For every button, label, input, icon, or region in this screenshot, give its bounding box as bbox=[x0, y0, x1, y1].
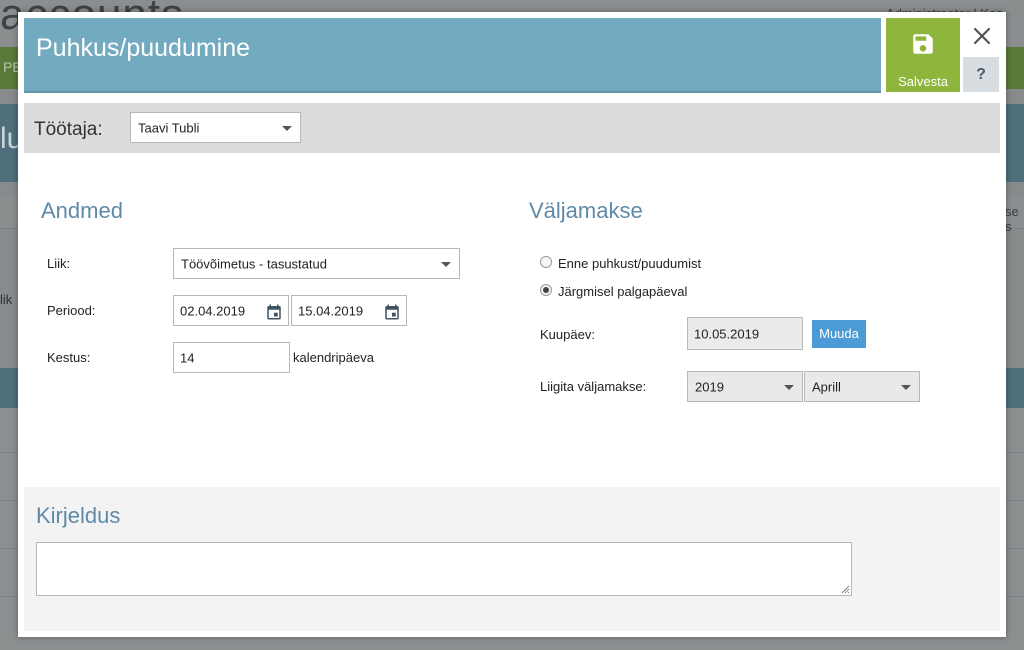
period-end-value: 15.04.2019 bbox=[298, 303, 364, 318]
period-end-input[interactable]: 15.04.2019 bbox=[291, 295, 407, 326]
close-icon bbox=[973, 27, 991, 45]
chevron-down-icon bbox=[441, 261, 451, 267]
payment-date-value: 10.05.2019 bbox=[694, 326, 760, 341]
description-title: Kirjeldus bbox=[36, 503, 121, 528]
dialog-title: Puhkus/puudumine bbox=[36, 34, 251, 62]
period-label: Periood: bbox=[47, 303, 96, 318]
description-textarea[interactable] bbox=[36, 542, 852, 596]
help-button[interactable]: ? bbox=[963, 57, 999, 92]
duration-label: Kestus: bbox=[47, 350, 91, 365]
attach-payment-label: Liigita väljamakse: bbox=[540, 379, 647, 394]
chevron-down-icon bbox=[784, 384, 794, 390]
calendar-icon[interactable] bbox=[265, 303, 283, 321]
absence-dialog: Puhkus/puudumine Salvesta ? Töötaja: Taa… bbox=[18, 12, 1006, 637]
calendar-icon[interactable] bbox=[383, 303, 401, 321]
change-date-button[interactable]: Muuda bbox=[812, 320, 866, 348]
resize-grip-icon[interactable] bbox=[841, 585, 850, 594]
dialog-title-bar: Puhkus/puudumine bbox=[24, 18, 881, 93]
absence-type-select[interactable]: Töövõimetus - tasustatud bbox=[173, 248, 460, 279]
employee-select-value: Taavi Tubli bbox=[138, 120, 200, 135]
description-panel: Kirjeldus bbox=[24, 487, 1000, 631]
payment-year-select[interactable]: 2019 bbox=[687, 371, 803, 402]
andmed-section-title: Andmed bbox=[41, 198, 123, 223]
save-disk-icon bbox=[913, 34, 933, 54]
payment-month-value: Aprill bbox=[812, 379, 841, 394]
radio-next-payday-label[interactable]: Järgmisel palgapäeval bbox=[558, 284, 687, 299]
duration-unit: kalendripäeva bbox=[293, 350, 374, 365]
payment-year-value: 2019 bbox=[695, 379, 724, 394]
type-label: Liik: bbox=[47, 256, 71, 271]
chevron-down-icon bbox=[901, 384, 911, 390]
period-start-value: 02.04.2019 bbox=[180, 303, 246, 318]
duration-input[interactable]: 14 bbox=[173, 342, 290, 373]
absence-type-value: Töövõimetus - tasustatud bbox=[181, 256, 327, 271]
payment-date-label: Kuupäev: bbox=[540, 327, 595, 342]
chevron-down-icon bbox=[282, 125, 292, 131]
payment-date-field: 10.05.2019 bbox=[687, 317, 803, 350]
close-button[interactable] bbox=[968, 22, 996, 50]
payment-month-select[interactable]: Aprill bbox=[804, 371, 920, 402]
save-button-label: Salvesta bbox=[898, 74, 948, 89]
duration-value: 14 bbox=[180, 350, 195, 365]
employee-label: Töötaja: bbox=[34, 119, 103, 140]
background-row-text: se s bbox=[1005, 204, 1019, 234]
radio-before-absence-label[interactable]: Enne puhkust/puudumist bbox=[558, 256, 701, 271]
period-start-input[interactable]: 02.04.2019 bbox=[173, 295, 289, 326]
background-hint-text: lik bbox=[0, 292, 13, 307]
save-button[interactable]: Salvesta bbox=[886, 18, 960, 92]
employee-select[interactable]: Taavi Tubli bbox=[130, 112, 301, 143]
employee-bar: Töötaja: Taavi Tubli bbox=[24, 103, 1000, 153]
radio-before-absence[interactable] bbox=[540, 256, 552, 268]
valjamakse-section-title: Väljamakse bbox=[529, 198, 643, 223]
radio-next-payday[interactable] bbox=[540, 284, 552, 296]
